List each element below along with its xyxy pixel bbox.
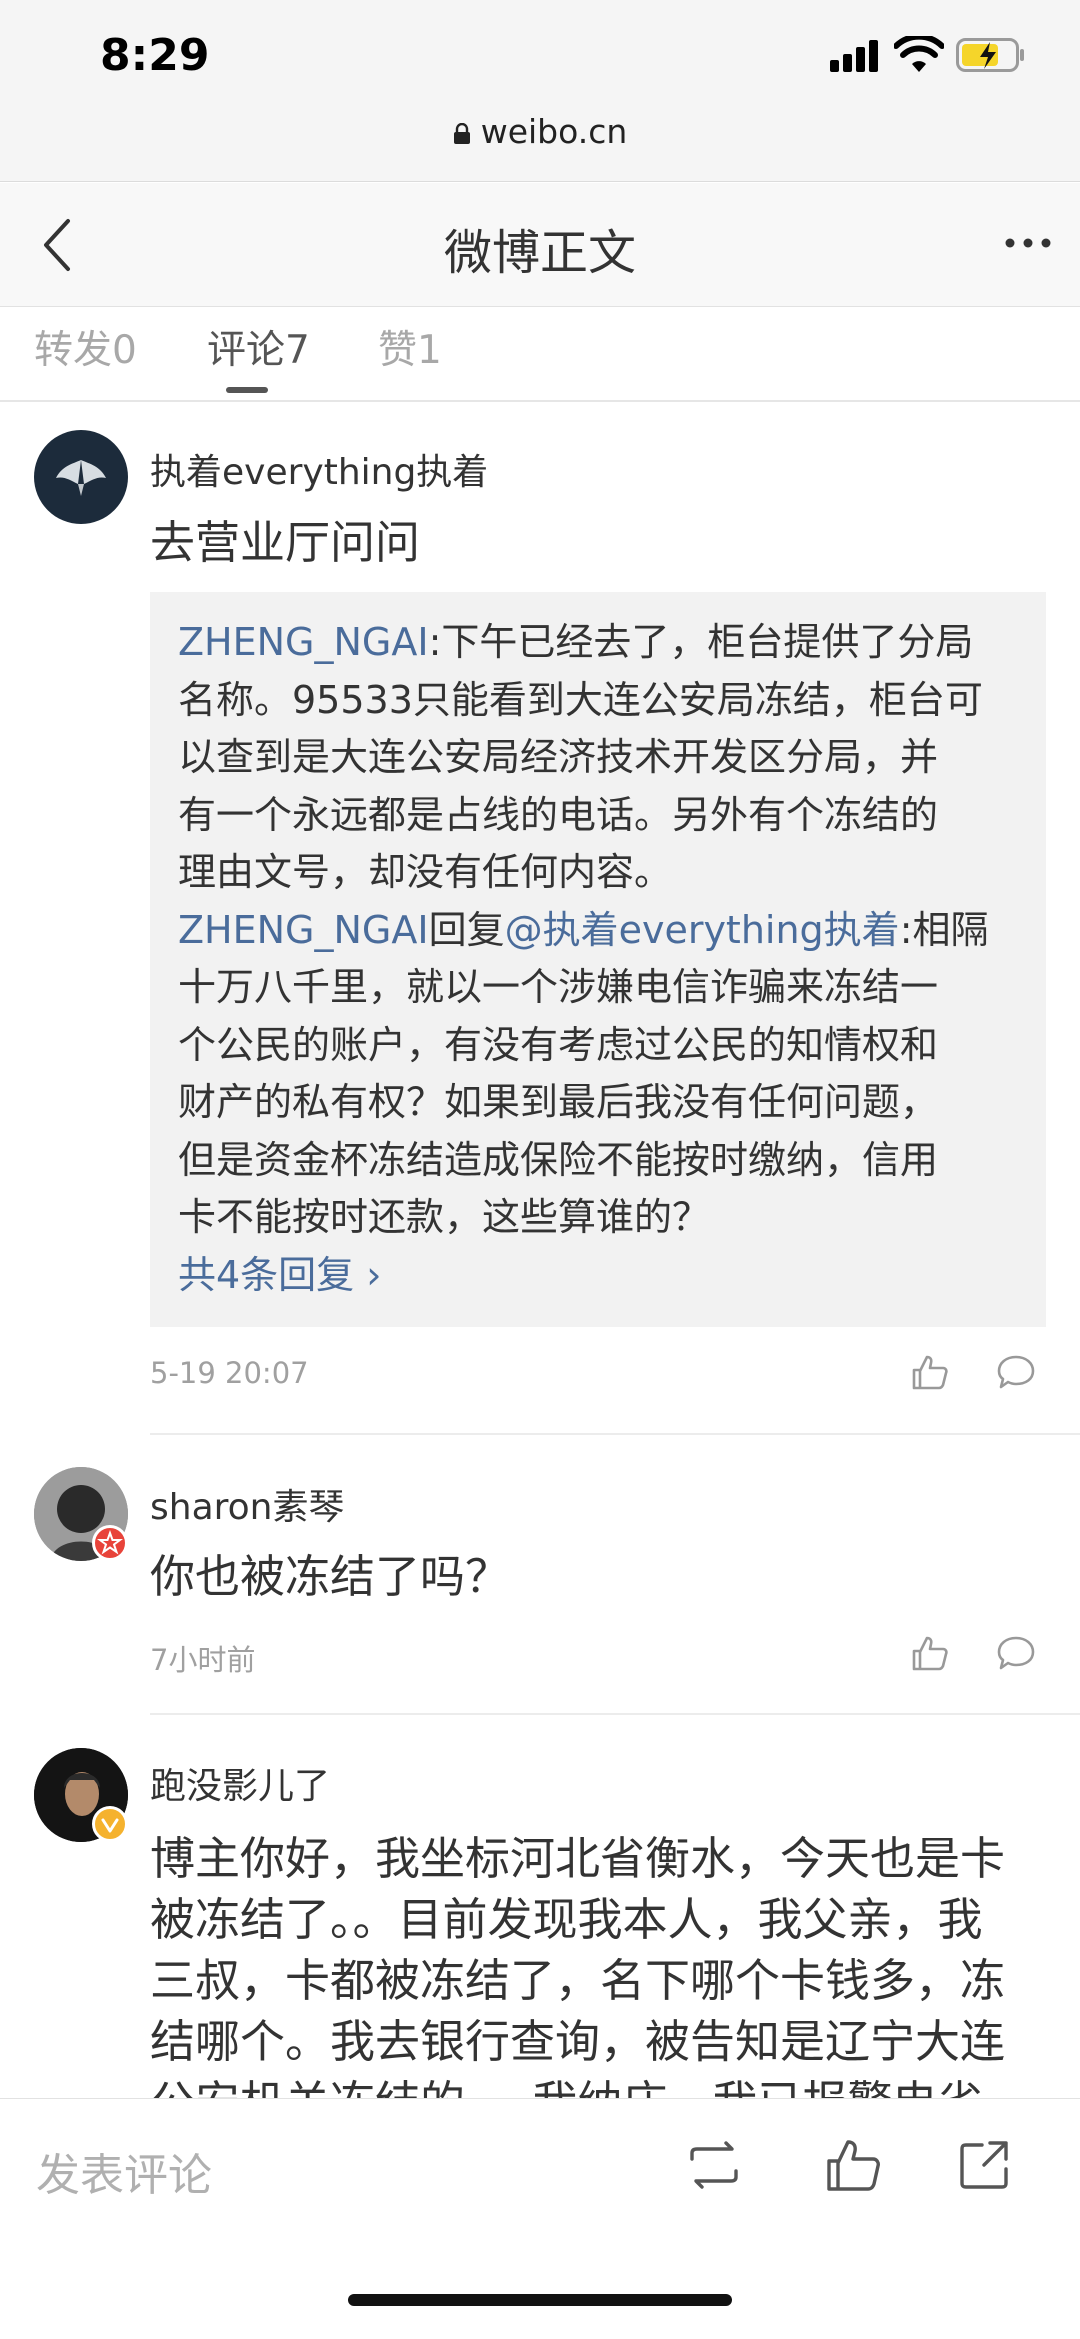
- comment-username[interactable]: 跑没影儿了: [150, 1757, 330, 1809]
- active-tab-indicator: [226, 387, 268, 393]
- address-bar[interactable]: weibo.cn: [0, 112, 1080, 151]
- comment-text-line: 博主你好，我坐标河北省衡水，今天也是卡: [150, 1832, 1006, 1885]
- like-icon[interactable]: [910, 1633, 950, 1673]
- more-replies-link[interactable]: 共4条回复 ›: [178, 1247, 1018, 1305]
- reply-text: :相隔: [899, 907, 989, 952]
- comment-text-line: 三叔，卡都被冻结了，名下哪个卡钱多，冻: [150, 1954, 1006, 2007]
- tab-bar: 转发0 评论7 赞1: [0, 307, 1080, 402]
- reply-text: :下午已经去了，柜台提供了分局: [428, 620, 974, 664]
- reply-mention[interactable]: @执着everything执着: [505, 908, 900, 952]
- reply-text: 有一个永远都是占线的电话。另外有个冻结的: [178, 792, 939, 837]
- comment-text: 你也被冻结了吗？: [150, 1550, 511, 1603]
- comment-username[interactable]: 执着everything执着: [150, 443, 488, 495]
- reply-text: 卡不能按时还款，这些算谁的？: [178, 1195, 711, 1239]
- nav-bar: 微博正文: [0, 183, 1080, 307]
- status-time: 8:29: [100, 30, 210, 81]
- more-icon[interactable]: [1004, 237, 1052, 249]
- reply-username[interactable]: ZHENG_NGAI: [178, 620, 429, 664]
- battery-icon: [956, 38, 1024, 72]
- comment-text-line: 被冻结了。。目前发现我本人，我父亲，我: [150, 1893, 983, 1946]
- reply-verb: 回复: [428, 907, 505, 952]
- reply-text: 理由文号，却没有任何内容。: [178, 850, 673, 894]
- tab-reposts[interactable]: 转发0: [34, 319, 137, 375]
- comment-time: 7小时前: [150, 1643, 256, 1677]
- wifi-icon: [894, 36, 944, 72]
- reply-text: 名称。95533只能看到大连公安局冻结，柜台可: [178, 677, 983, 722]
- page-title: 微博正文: [443, 225, 636, 281]
- reply-preview-box[interactable]: ZHENG_NGAI:下午已经去了，柜台提供了分局 名称。95533只能看到大连…: [150, 592, 1046, 1327]
- compose-comment-input[interactable]: 发表评论: [36, 2139, 212, 2203]
- share-icon[interactable]: [956, 2137, 1016, 2193]
- verified-badge-icon: [92, 1806, 128, 1842]
- comment-text: 去营业厅问问: [150, 516, 421, 569]
- chevron-right-icon: ›: [354, 1252, 382, 1297]
- divider: [150, 1433, 1080, 1435]
- comment-text: 博主你好，我坐标河北省衡水，今天也是卡 被冻结了。。目前发现我本人，我父亲，我 …: [150, 1828, 1030, 2133]
- tab-likes[interactable]: 赞1: [378, 319, 442, 375]
- comment-username[interactable]: sharon素琴: [150, 1478, 345, 1530]
- cellular-signal-icon: [830, 40, 882, 72]
- divider: [150, 1713, 1080, 1715]
- comment-icon[interactable]: [996, 1633, 1036, 1673]
- lock-icon: [453, 123, 470, 144]
- reply-username[interactable]: ZHENG_NGAI: [178, 908, 429, 952]
- like-icon[interactable]: [824, 2137, 884, 2193]
- comment-time: 5-19 20:07: [150, 1356, 309, 1390]
- comment-icon[interactable]: [996, 1352, 1036, 1392]
- tab-comments[interactable]: 评论7: [207, 319, 310, 375]
- wings-image: [56, 460, 106, 496]
- like-icon[interactable]: [910, 1352, 950, 1392]
- reply-text: 以查到是大连公安局经济技术开发区分局，并: [178, 735, 939, 779]
- home-indicator[interactable]: [348, 2294, 732, 2306]
- comment-text-line: 结哪个。我去银行查询，被告知是辽宁大连: [150, 2015, 1006, 2068]
- reply-text: 但是资金杯冻结造成保险不能按时缴纳，信用: [178, 1137, 939, 1182]
- verified-badge-icon: [92, 1525, 128, 1561]
- reply-text: 十万八千里，就以一个涉嫌电信诈骗来冻结一: [178, 965, 939, 1009]
- repost-icon[interactable]: [684, 2137, 744, 2193]
- reply-text: 财产的私有权？如果到最后我没有任何问题，: [178, 1080, 939, 1124]
- reply-text: 个公民的账户，有没有考虑过公民的知情权和: [178, 1022, 939, 1067]
- url-text: weibo.cn: [480, 112, 628, 151]
- more-replies-label: 共4条回复: [178, 1252, 355, 1297]
- browser-status-area: 8:29 weibo.cn: [0, 0, 1080, 182]
- avatar[interactable]: [34, 430, 128, 524]
